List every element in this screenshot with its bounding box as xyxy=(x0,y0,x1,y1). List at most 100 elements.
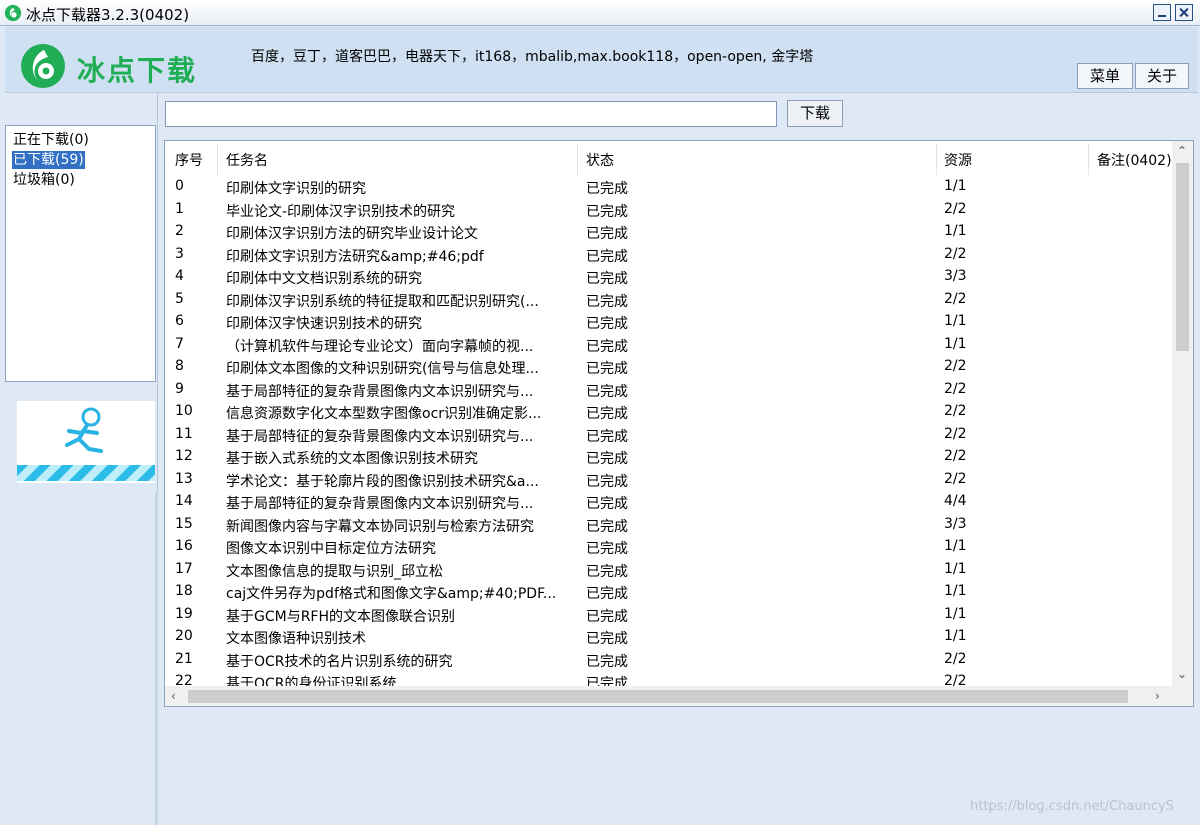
row-number: 21 xyxy=(175,650,193,667)
table-row[interactable]: 11 基于局部特征的复杂背景图像内文本识别研究与... 已完成 2/2 xyxy=(165,424,1173,447)
row-number: 11 xyxy=(175,425,193,442)
column-header-notes[interactable]: 备注(0402) xyxy=(1097,150,1173,170)
table-row[interactable]: 4 印刷体中文文档识别系统的研究 已完成 3/3 xyxy=(165,266,1173,289)
horizontal-scrollbar[interactable]: ‹ › xyxy=(165,686,1172,706)
scroll-left-icon[interactable]: ‹ xyxy=(171,690,176,702)
row-resource: 2/2 xyxy=(944,290,967,307)
sidebar-item-trash[interactable]: 垃圾箱(0) xyxy=(12,171,76,189)
row-task-name: 基于局部特征的复杂背景图像内文本识别研究与... xyxy=(226,428,534,445)
close-button[interactable] xyxy=(1175,4,1193,21)
row-status: 已完成 xyxy=(586,248,628,265)
table-row[interactable]: 9 基于局部特征的复杂背景图像内文本识别研究与... 已完成 2/2 xyxy=(165,379,1173,402)
table-row[interactable]: 6 印刷体汉字快速识别技术的研究 已完成 1/1 xyxy=(165,311,1173,334)
row-status: 已完成 xyxy=(586,181,628,197)
row-number: 15 xyxy=(175,515,193,532)
table-row[interactable]: 17 文本图像信息的提取与识别_邱立松 已完成 1/1 xyxy=(165,559,1173,582)
table-row[interactable]: 7 （计算机软件与理论专业论文）面向字幕帧的视... 已完成 1/1 xyxy=(165,334,1173,357)
row-resource: 2/2 xyxy=(944,403,967,419)
table-row[interactable]: 16 图像文本识别中目标定位方法研究 已完成 1/1 xyxy=(165,536,1173,559)
table-row[interactable]: 8 印刷体文本图像的文种识别研究(信号与信息处理... 已完成 2/2 xyxy=(165,356,1173,379)
row-task-name: 印刷体文字识别方法研究&amp;#46;pdf xyxy=(226,248,484,265)
table-row[interactable]: 12 基于嵌入式系统的文本图像识别技术研究 已完成 2/2 xyxy=(165,446,1173,469)
horizontal-scroll-thumb[interactable] xyxy=(188,690,1128,703)
row-resource: 2/2 xyxy=(944,470,967,487)
scroll-up-icon[interactable]: ⌃ xyxy=(1177,145,1187,157)
column-header-no[interactable]: 序号 xyxy=(175,150,203,170)
row-resource: 4/4 xyxy=(944,493,967,509)
vertical-scrollbar[interactable]: ⌃ ⌄ xyxy=(1172,141,1193,688)
table-row[interactable]: 2 印刷体汉字识别方法的研究毕业设计论文 已完成 1/1 xyxy=(165,221,1173,244)
row-resource: 1/1 xyxy=(944,223,967,239)
row-task-name: 基于局部特征的复杂背景图像内文本识别研究与... xyxy=(226,383,534,400)
row-number: 0 xyxy=(175,178,184,194)
row-status: 已完成 xyxy=(586,586,628,602)
row-task-name: （计算机软件与理论专业论文）面向字幕帧的视... xyxy=(226,338,534,355)
row-task-name: 印刷体文字识别的研究 xyxy=(226,181,366,197)
table-row[interactable]: 14 基于局部特征的复杂背景图像内文本识别研究与... 已完成 4/4 xyxy=(165,491,1173,514)
sidebar-splitter[interactable] xyxy=(155,492,158,825)
table-row[interactable]: 3 印刷体文字识别方法研究&amp;#46;pdf 已完成 2/2 xyxy=(165,244,1173,267)
sidebar-item-downloading[interactable]: 正在下载(0) xyxy=(12,131,90,149)
table-row[interactable]: 18 caj文件另存为pdf格式和图像文字&amp;#40;PDF... 已完成 1/… xyxy=(165,581,1173,604)
column-separator[interactable] xyxy=(936,143,937,175)
table-row[interactable]: 13 学术论文：基于轮廓片段的图像识别技术研究&a... 已完成 2/2 xyxy=(165,469,1173,492)
row-number: 19 xyxy=(175,605,193,622)
column-separator[interactable] xyxy=(577,143,578,175)
row-task-name: 印刷体汉字识别方法的研究毕业设计论文 xyxy=(226,226,478,242)
row-number: 16 xyxy=(175,538,193,554)
table-row[interactable]: 19 基于GCM与RFH的文本图像联合识别 已完成 1/1 xyxy=(165,604,1173,627)
row-resource: 1/1 xyxy=(944,583,967,599)
brand-name: 冰点下载 xyxy=(77,54,198,87)
row-task-name: 文本图像语种识别技术 xyxy=(226,631,366,647)
row-resource: 1/1 xyxy=(944,560,967,577)
column-separator[interactable] xyxy=(1088,143,1089,175)
sidebar-item-downloaded[interactable]: 已下载(59) xyxy=(12,151,85,169)
row-number: 12 xyxy=(175,448,193,464)
scrollbar-corner xyxy=(1172,686,1193,706)
sidebar-list: 正在下载(0) 已下载(59) 垃圾箱(0) xyxy=(5,125,156,382)
column-separator[interactable] xyxy=(217,143,218,175)
url-input[interactable] xyxy=(165,101,777,127)
running-figure-icon xyxy=(65,407,103,453)
column-header-resource[interactable]: 资源 xyxy=(944,150,972,170)
row-status: 已完成 xyxy=(586,383,628,400)
table-row[interactable]: 10 信息资源数字化文本型数字图像ocr识别准确定影... 已完成 2/2 xyxy=(165,401,1173,424)
row-status: 已完成 xyxy=(586,406,628,422)
row-task-name: 学术论文：基于轮廓片段的图像识别技术研究&a... xyxy=(226,473,539,490)
table-row[interactable]: 1 毕业论文-印刷体汉字识别技术的研究 已完成 2/2 xyxy=(165,199,1173,222)
row-task-name: 基于OCR技术的名片识别系统的研究 xyxy=(226,653,453,670)
table-row[interactable]: 15 新闻图像内容与字幕文本协同识别与检索方法研究 已完成 3/3 xyxy=(165,514,1173,537)
download-button[interactable]: 下载 xyxy=(787,100,843,127)
row-resource: 2/2 xyxy=(944,358,967,374)
header-banner: 冰点下载 百度，豆丁，道客巴巴，电器天下，it168，mbalib,max.bo… xyxy=(5,27,1198,93)
table-row[interactable]: 0 印刷体文字识别的研究 已完成 1/1 xyxy=(165,176,1173,199)
scroll-down-icon[interactable]: ⌄ xyxy=(1177,668,1187,680)
ad-banner[interactable] xyxy=(17,401,155,483)
brand-logo-icon xyxy=(21,44,65,88)
row-status: 已完成 xyxy=(586,631,628,647)
column-header-task-name[interactable]: 任务名 xyxy=(226,150,268,170)
table-row[interactable]: 21 基于OCR技术的名片识别系统的研究 已完成 2/2 xyxy=(165,649,1173,672)
row-resource: 3/3 xyxy=(944,268,967,284)
row-status: 已完成 xyxy=(586,226,628,242)
column-header-status[interactable]: 状态 xyxy=(586,150,614,170)
minimize-button[interactable] xyxy=(1153,4,1171,21)
about-button[interactable]: 关于 xyxy=(1135,63,1189,89)
scroll-right-icon[interactable]: › xyxy=(1155,690,1160,702)
title-bar: 冰点下载器3.2.3(0402) xyxy=(0,0,1200,26)
row-resource: 2/2 xyxy=(944,200,967,217)
row-number: 3 xyxy=(175,245,184,262)
supported-sites-ticker: 百度，豆丁，道客巴巴，电器天下，it168，mbalib,max.book118… xyxy=(251,49,814,65)
row-resource: 1/1 xyxy=(944,335,967,352)
row-task-name: 新闻图像内容与字幕文本协同识别与检索方法研究 xyxy=(226,518,534,535)
vertical-scroll-thumb[interactable] xyxy=(1176,163,1189,351)
table-row[interactable]: 20 文本图像语种识别技术 已完成 1/1 xyxy=(165,626,1173,649)
row-number: 20 xyxy=(175,628,193,644)
menu-button[interactable]: 菜单 xyxy=(1077,63,1133,89)
row-number: 13 xyxy=(175,470,193,487)
row-task-name: 毕业论文-印刷体汉字识别技术的研究 xyxy=(226,203,456,220)
table-row[interactable]: 5 印刷体汉字识别系统的特征提取和匹配识别研究(... 已完成 2/2 xyxy=(165,289,1173,312)
row-resource: 1/1 xyxy=(944,313,967,329)
row-number: 9 xyxy=(175,380,184,397)
row-number: 4 xyxy=(175,268,184,284)
